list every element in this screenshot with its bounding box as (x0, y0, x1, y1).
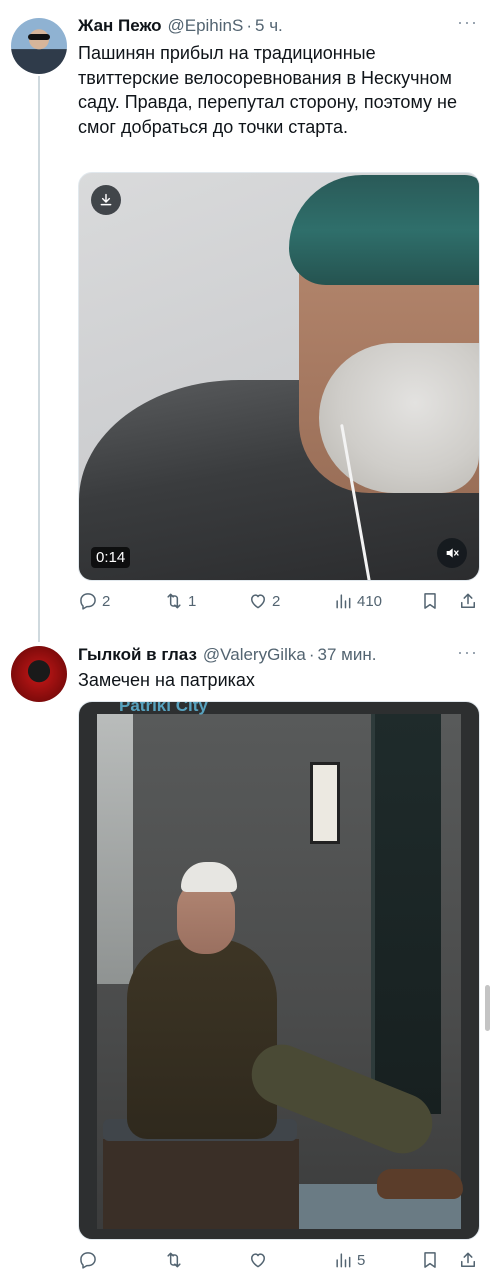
like-icon (251, 594, 265, 609)
views-icon (336, 1253, 351, 1268)
avatar[interactable] (11, 18, 67, 74)
views-button[interactable]: 5 (333, 1250, 365, 1270)
mute-icon[interactable] (437, 538, 467, 568)
download-icon[interactable] (91, 185, 121, 215)
bookmark-button[interactable] (420, 591, 440, 611)
author-handle[interactable]: @ValeryGilka (203, 645, 306, 665)
video-player[interactable]: 0:14 (78, 172, 480, 581)
share-button[interactable] (458, 1250, 478, 1270)
like-button[interactable]: 2 (248, 591, 280, 611)
tweet-text: Пашинян прибыл на традиционные твиттерск… (78, 43, 457, 137)
video-duration: 0:14 (91, 547, 131, 568)
reply-button[interactable] (78, 1250, 102, 1270)
photo-scene (97, 714, 463, 1229)
retweet-icon (167, 1252, 181, 1268)
retweet-icon (167, 593, 181, 609)
tweet-header: Гылкой в глаз @ValeryGilka · 37 мин. (78, 645, 376, 665)
like-button[interactable] (248, 1250, 272, 1270)
retweet-count: 1 (188, 592, 197, 610)
photo-caption: Patriki City (119, 701, 208, 715)
action-bar: 2 1 2 410 (78, 591, 482, 617)
author-handle[interactable]: @EpihinS (167, 16, 243, 36)
more-icon[interactable]: ··· (457, 642, 478, 663)
action-bar: 5 (78, 1250, 482, 1276)
timestamp[interactable]: 5 ч. (255, 16, 283, 36)
more-icon[interactable]: ··· (457, 12, 478, 33)
retweet-button[interactable] (164, 1250, 188, 1270)
share-icon (461, 1252, 475, 1267)
views-count: 5 (357, 1251, 366, 1269)
like-count: 2 (272, 592, 281, 610)
author-name[interactable]: Жан Пежо (78, 16, 161, 36)
timestamp[interactable]: 37 мин. (318, 645, 377, 665)
separator: · (246, 16, 253, 35)
reply-icon (80, 593, 96, 610)
retweet-button[interactable]: 1 (164, 591, 196, 611)
tweet-photo[interactable]: Patriki City (78, 701, 480, 1240)
separator: · (308, 645, 315, 664)
like-icon (251, 1253, 265, 1268)
author-name[interactable]: Гылкой в глаз (78, 645, 197, 665)
reply-count: 2 (102, 592, 111, 610)
views-count: 410 (357, 592, 383, 610)
tweet[interactable]: Жан Пежо @EpihinS · 5 ч. ··· Пашинян при… (0, 0, 492, 640)
bookmark-button[interactable] (420, 1250, 440, 1270)
scrollbar[interactable] (485, 985, 490, 1031)
tweet-text: Замечен на патриках (78, 670, 255, 690)
avatar[interactable] (11, 646, 67, 702)
share-icon (461, 593, 475, 608)
bookmark-icon (424, 1252, 436, 1268)
share-button[interactable] (458, 591, 478, 611)
reply-button[interactable]: 2 (78, 591, 110, 611)
reply-icon (80, 1252, 96, 1269)
bookmark-icon (424, 593, 436, 609)
tweet-header: Жан Пежо @EpihinS · 5 ч. (78, 16, 283, 36)
tweet[interactable]: Гылкой в глаз @ValeryGilka · 37 мин. ···… (0, 640, 492, 1280)
video-frame (79, 173, 479, 580)
views-icon (336, 594, 351, 609)
views-button[interactable]: 410 (333, 591, 382, 611)
